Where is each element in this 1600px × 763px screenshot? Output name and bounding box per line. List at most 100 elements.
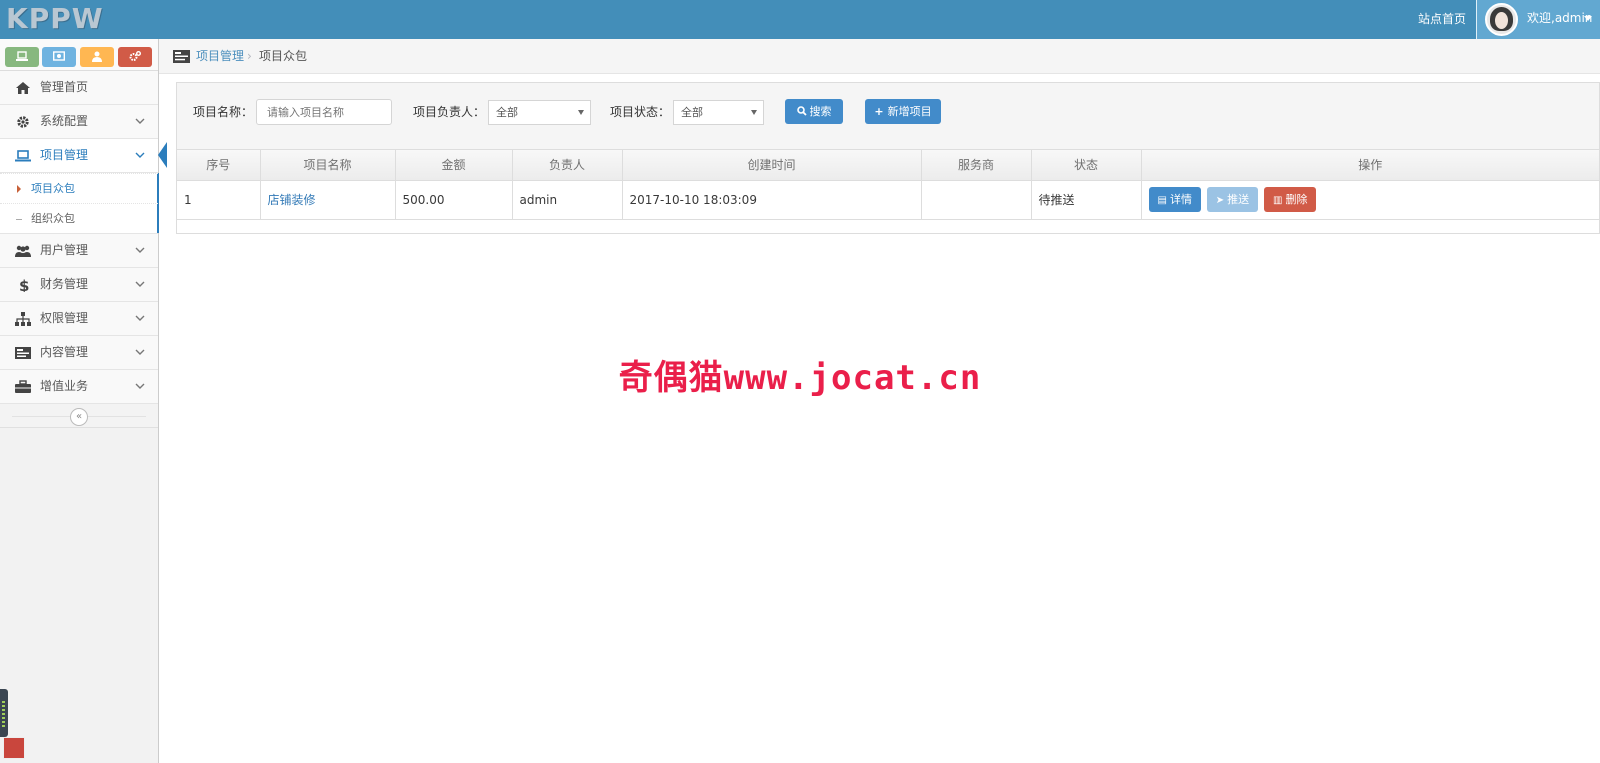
column-header-index: 序号: [177, 150, 261, 181]
cogs-icon: [129, 51, 141, 61]
project-name-input[interactable]: [256, 99, 392, 125]
document-icon: ▤: [1157, 195, 1167, 206]
sidebar-subitem-project-crowdsourcing[interactable]: 项目众包: [0, 173, 158, 203]
breadcrumb-link-project-management[interactable]: 项目管理: [196, 39, 244, 74]
sidebar-item-dashboard[interactable]: 管理首页: [0, 71, 158, 105]
sidebar-subitem-org-crowdsourcing[interactable]: 组织众包: [0, 203, 158, 233]
brand-logo[interactable]: KPPW: [6, 4, 104, 34]
laptop-icon: [16, 51, 28, 61]
picture-icon: [53, 51, 65, 61]
search-button-label: 搜索: [809, 105, 832, 118]
cell-provider: [921, 180, 1032, 220]
filter-bar: 项目名称： 项目负责人： 全部 项目状态： 全部 搜索 +新增项目: [177, 83, 1599, 150]
table-header-row: 序号 项目名称 金额 负责人 创建时间 服务商 状态 操作: [177, 150, 1599, 181]
cell-actions: ▤ 详情 ➤ 推送 ▥ 删除: [1141, 180, 1599, 220]
sidebar-item-label: 系统配置: [40, 114, 89, 128]
sidebar-item-system-config[interactable]: 系统配置: [0, 105, 158, 139]
project-status-select[interactable]: 全部: [673, 100, 764, 125]
active-indicator: [158, 142, 167, 168]
sidebar-item-user-management[interactable]: 用户管理: [0, 234, 158, 268]
project-list-panel: 项目名称： 项目负责人： 全部 项目状态： 全部 搜索 +新增项目 序号 项目名…: [176, 82, 1600, 234]
cell-owner: admin: [512, 180, 623, 220]
push-button[interactable]: ➤ 推送: [1206, 187, 1259, 212]
sidebar-item-project-management[interactable]: 项目管理: [0, 139, 167, 173]
sidebar-item-label: 权限管理: [40, 311, 89, 325]
sidebar-item-finance[interactable]: $ 财务管理: [0, 268, 158, 302]
chevron-down-icon: [135, 247, 145, 253]
sidebar-item-permissions[interactable]: 权限管理: [0, 302, 158, 336]
plus-icon: +: [874, 105, 884, 118]
sidebar-item-label: 财务管理: [40, 277, 89, 291]
shortcut-cogs-button[interactable]: [118, 47, 152, 67]
users-icon: [15, 245, 31, 257]
search-icon: [796, 106, 807, 116]
sidebar-collapse-bar: «: [0, 404, 158, 428]
top-navbar: KPPW 站点首页 欢迎,admin: [0, 0, 1600, 39]
column-header-amount: 金额: [395, 150, 513, 181]
breadcrumb: 项目管理 › 项目众包: [159, 39, 1600, 74]
cell-created: 2017-10-10 18:03:09: [622, 180, 922, 220]
sidebar-subitem-label: 项目众包: [31, 182, 75, 195]
column-header-name: 项目名称: [260, 150, 396, 181]
project-submenu: 项目众包 组织众包: [0, 173, 159, 234]
push-button-label: 推送: [1227, 193, 1250, 206]
shortcut-picture-button[interactable]: [42, 47, 76, 67]
site-home-link[interactable]: 站点首页: [1418, 0, 1466, 39]
delete-button-label: 删除: [1285, 193, 1308, 206]
cell-status: 待推送: [1031, 180, 1142, 220]
floating-widget-handle[interactable]: [0, 689, 8, 737]
search-button[interactable]: 搜索: [785, 99, 843, 124]
caret-right-icon: [17, 185, 21, 193]
sitemap-icon: [15, 312, 31, 326]
select-arrow-icon: [578, 110, 584, 115]
shortcut-user-button[interactable]: [80, 47, 114, 67]
cell-index: 1: [177, 180, 261, 220]
user-icon: [92, 51, 102, 62]
project-owner-select[interactable]: 全部: [488, 100, 591, 125]
floating-widget-image[interactable]: [3, 737, 25, 759]
sidebar: 管理首页 系统配置 项目管理 项目众包 组织众包 用户管理 $ 财务管理 权限管…: [0, 39, 167, 763]
sidebar-item-label: 用户管理: [40, 243, 89, 257]
dash-icon: [16, 219, 22, 220]
laptop-icon: [15, 150, 31, 162]
select-arrow-icon: [751, 110, 757, 115]
gear-icon: [17, 116, 29, 128]
avatar: [1485, 3, 1518, 36]
chevron-down-icon: [135, 281, 145, 287]
breadcrumb-current: 项目众包: [259, 49, 308, 63]
chevron-down-icon: [135, 152, 145, 158]
home-icon: [16, 82, 30, 94]
column-header-owner: 负责人: [512, 150, 623, 181]
detail-button[interactable]: ▤ 详情: [1148, 187, 1201, 212]
svg-text:$: $: [19, 278, 29, 292]
project-name-label: 项目名称：: [193, 105, 254, 119]
breadcrumb-separator: ›: [247, 49, 252, 63]
project-owner-label: 项目负责人：: [413, 105, 486, 119]
project-name-link[interactable]: 店铺装修: [268, 193, 316, 207]
sidebar-shortcuts: [0, 39, 158, 71]
project-status-value: 全部: [681, 106, 703, 119]
add-project-button-label: 新增项目: [887, 105, 932, 118]
sidebar-item-label: 管理首页: [40, 80, 89, 94]
user-menu[interactable]: 欢迎,admin: [1476, 0, 1600, 39]
project-owner-value: 全部: [496, 106, 518, 119]
sidebar-subitem-label: 组织众包: [31, 212, 75, 225]
column-header-actions: 操作: [1141, 150, 1599, 181]
detail-button-label: 详情: [1169, 193, 1192, 206]
delete-button[interactable]: ▥ 删除: [1264, 187, 1317, 212]
cell-name: 店铺装修: [260, 180, 396, 220]
shortcut-laptop-button[interactable]: [5, 47, 39, 67]
caret-down-icon: [1584, 16, 1592, 21]
project-table: 序号 项目名称 金额 负责人 创建时间 服务商 状态 操作 1 店铺装修 500…: [177, 150, 1599, 220]
column-header-provider: 服务商: [921, 150, 1032, 181]
cell-amount: 500.00: [395, 180, 513, 220]
add-project-button[interactable]: + 新增项目: [865, 99, 941, 124]
trash-icon: ▥: [1273, 195, 1283, 206]
sidebar-collapse-button[interactable]: «: [70, 408, 88, 426]
project-status-label: 项目状态：: [610, 105, 671, 119]
column-header-status: 状态: [1031, 150, 1142, 181]
chevron-down-icon: [135, 118, 145, 124]
dollar-icon: $: [19, 278, 29, 292]
table-row: 1 店铺装修 500.00 admin 2017-10-10 18:03:09 …: [177, 180, 1599, 220]
user-label: 欢迎,admin: [1527, 11, 1593, 25]
